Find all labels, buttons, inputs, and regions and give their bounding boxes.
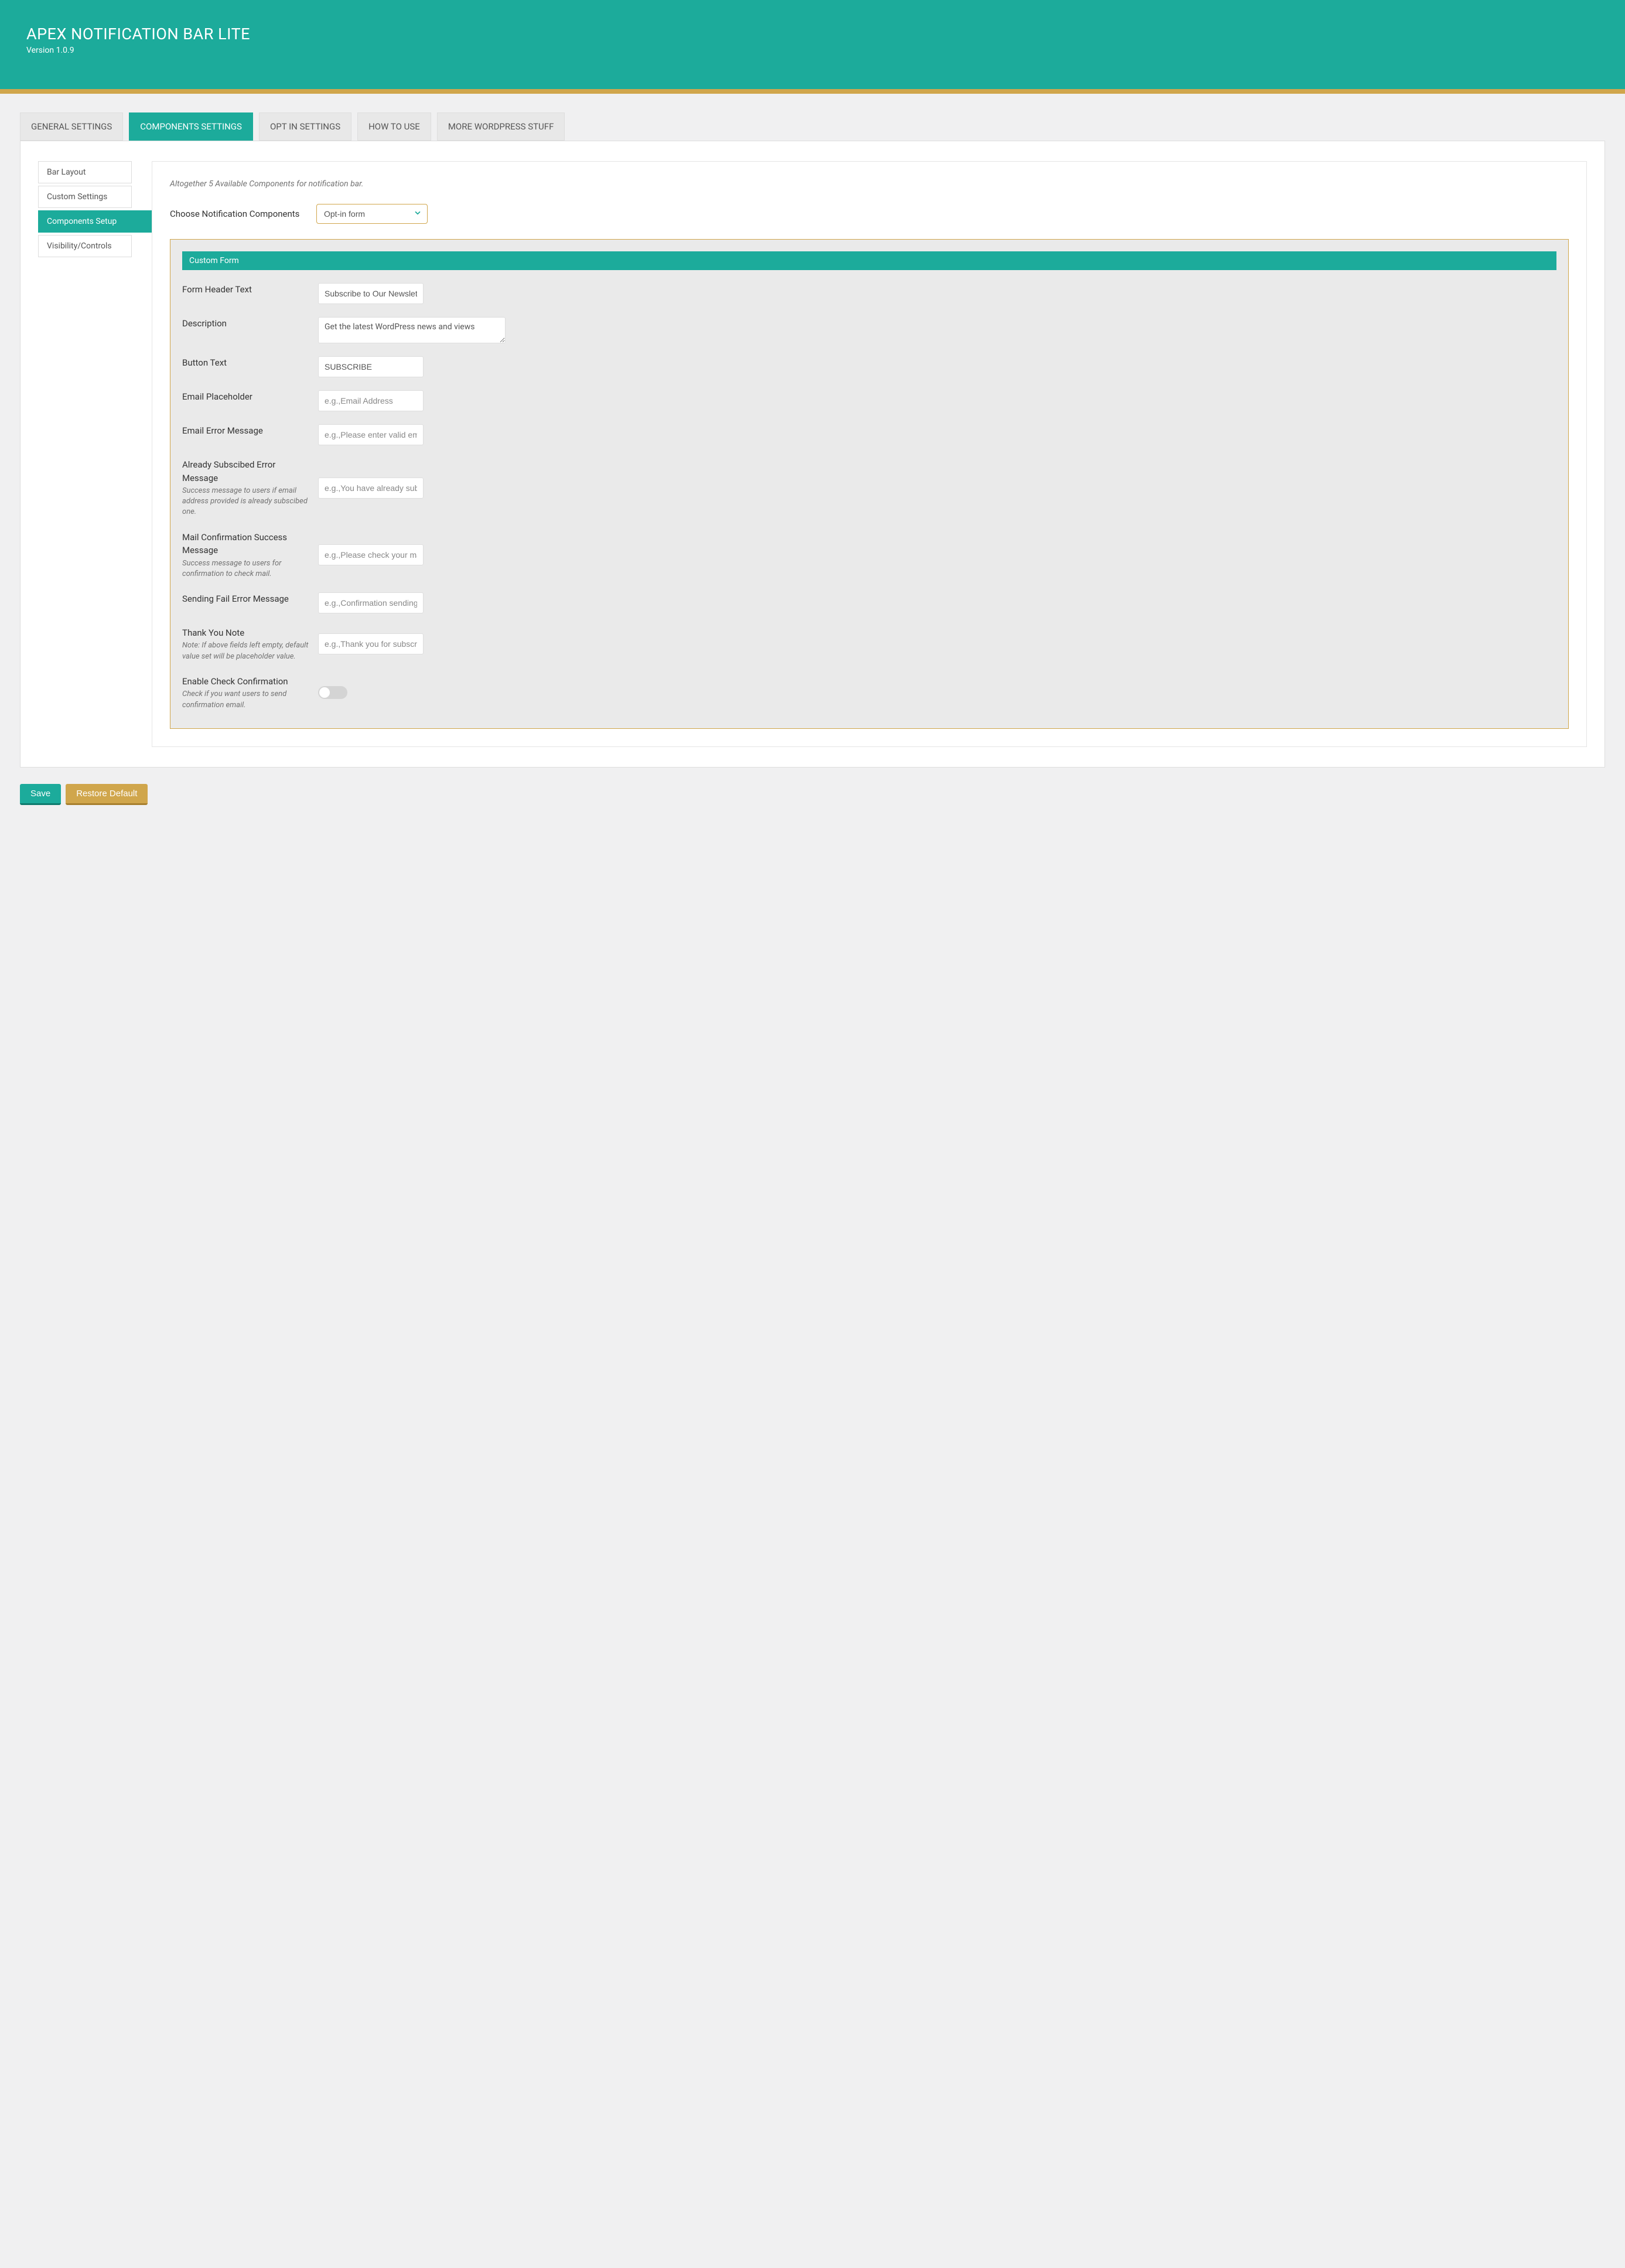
form-header-text-input[interactable] [318, 283, 424, 304]
restore-default-button[interactable]: Restore Default [66, 784, 148, 805]
sidebar-item-visibility-controls[interactable]: Visibility/Controls [38, 235, 132, 257]
content-box: Altogether 5 Available Components for no… [152, 161, 1587, 747]
enable-check-help: Check if you want users to send confirma… [182, 689, 311, 710]
already-subscribed-label: Already Subscibed Error Message [182, 458, 311, 485]
sidebar-item-custom-settings[interactable]: Custom Settings [38, 186, 132, 208]
tab-more-wordpress-stuff[interactable]: MORE WORDPRESS STUFF [437, 112, 565, 141]
email-placeholder-label: Email Placeholder [182, 390, 311, 404]
intro-text: Altogether 5 Available Components for no… [170, 179, 1569, 189]
page-title: APEX NOTIFICATION BAR LITE [26, 25, 1599, 43]
email-placeholder-input[interactable] [318, 390, 424, 411]
mail-confirmation-help: Success message to users for confirmatio… [182, 558, 311, 579]
mail-confirmation-label: Mail Confirmation Success Message [182, 531, 311, 557]
description-textarea[interactable]: Get the latest WordPress news and views [318, 317, 506, 343]
enable-check-toggle[interactable] [318, 686, 347, 699]
main-panel: Bar Layout Custom Settings Components Se… [20, 141, 1605, 768]
form-container: Custom Form Form Header Text Description [170, 239, 1569, 729]
tab-general-settings[interactable]: GENERAL SETTINGS [20, 112, 123, 141]
email-error-input[interactable] [318, 424, 424, 445]
mail-confirmation-input[interactable] [318, 544, 424, 565]
header-banner: APEX NOTIFICATION BAR LITE Version 1.0.9 [0, 0, 1625, 94]
sidebar-item-components-setup[interactable]: Components Setup [38, 210, 152, 233]
enable-check-label: Enable Check Confirmation [182, 675, 311, 688]
version-label: Version 1.0.9 [26, 46, 1599, 55]
form-section-header: Custom Form [182, 251, 1556, 270]
description-label: Description [182, 317, 311, 330]
sidebar-item-bar-layout[interactable]: Bar Layout [38, 161, 132, 183]
tab-how-to-use[interactable]: HOW TO USE [357, 112, 431, 141]
sending-fail-label: Sending Fail Error Message [182, 592, 311, 606]
content-area: Altogether 5 Available Components for no… [152, 141, 1604, 767]
already-subscribed-input[interactable] [318, 478, 424, 499]
select-label: Choose Notification Components [170, 209, 316, 219]
button-text-input[interactable] [318, 356, 424, 377]
form-header-text-label: Form Header Text [182, 283, 311, 296]
sidebar: Bar Layout Custom Settings Components Se… [21, 141, 152, 767]
thank-you-input[interactable] [318, 633, 424, 654]
thank-you-label: Thank You Note [182, 626, 311, 640]
already-subscribed-help: Success message to users if email addres… [182, 486, 311, 518]
tab-opt-in-settings[interactable]: OPT IN SETTINGS [259, 112, 351, 141]
email-error-label: Email Error Message [182, 424, 311, 438]
sending-fail-input[interactable] [318, 592, 424, 613]
tab-components-settings[interactable]: COMPONENTS SETTINGS [129, 112, 253, 141]
footer-buttons: Save Restore Default [20, 784, 1605, 805]
components-select[interactable] [316, 204, 428, 224]
toggle-knob [319, 687, 330, 698]
tabs-navigation: GENERAL SETTINGS COMPONENTS SETTINGS OPT… [20, 112, 1605, 141]
save-button[interactable]: Save [20, 784, 61, 805]
button-text-label: Button Text [182, 356, 311, 370]
thank-you-help: Note: If above fields left empty, defaul… [182, 640, 311, 661]
